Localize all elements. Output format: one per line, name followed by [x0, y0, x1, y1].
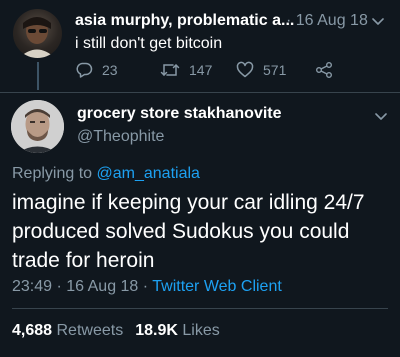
parent-display-name[interactable]: asia murphy, problematic a...: [75, 12, 294, 30]
parent-avatar[interactable]: [13, 9, 62, 58]
retweets-stat[interactable]: 4,688 Retweets: [12, 322, 123, 339]
likes-stat-count: 18.9K: [135, 322, 178, 339]
retweet-icon: [160, 64, 180, 76]
reply-icon: [76, 62, 93, 78]
like-button[interactable]: 571: [236, 60, 286, 80]
replying-to-link[interactable]: @am_anatiala: [97, 165, 200, 182]
share-button[interactable]: [315, 60, 333, 80]
main-handle[interactable]: @Theophite: [77, 128, 164, 146]
tweet-metadata: 23:49 · 16 Aug 18 · Twitter Web Client: [12, 278, 282, 296]
thread-line: [37, 62, 39, 90]
parent-date[interactable]: · 16 Aug 18: [286, 12, 368, 30]
heart-icon: [236, 61, 254, 78]
parent-tweet-text: i still don't get bitcoin: [75, 35, 223, 52]
parent-tweet[interactable]: asia murphy, problematic a... · 16 Aug 1…: [0, 0, 400, 92]
retweets-stat-count: 4,688: [12, 322, 53, 339]
main-display-name[interactable]: grocery store stakhanovite: [77, 105, 282, 123]
retweet-button[interactable]: 147: [160, 60, 212, 80]
tweet-timestamp[interactable]: 23:49 · 16 Aug 18 ·: [12, 278, 148, 295]
tweet-client-link[interactable]: Twitter Web Client: [152, 278, 282, 295]
likes-stat[interactable]: 18.9K Likes: [135, 322, 220, 339]
retweets-stat-label: Retweets: [56, 322, 124, 339]
retweet-count: 147: [189, 62, 213, 78]
parent-chevron-down-icon[interactable]: [370, 14, 386, 30]
like-count: 571: [263, 62, 287, 78]
tweet-divider: [0, 92, 400, 93]
tweet-stats: 4,688 Retweets 18.9K Likes: [12, 322, 220, 340]
main-tweet-text: imagine if keeping your car idling 24/7 …: [12, 191, 365, 272]
main-avatar-image: [11, 100, 64, 153]
main-avatar[interactable]: [11, 100, 64, 153]
stats-divider: [12, 308, 388, 309]
reply-count: 23: [102, 62, 118, 78]
replying-to-line: Replying to @am_anatiala: [12, 165, 200, 183]
likes-stat-label: Likes: [182, 322, 220, 339]
main-chevron-down-icon[interactable]: [373, 109, 389, 125]
share-icon: [316, 62, 332, 78]
replying-to-label: Replying to: [12, 165, 93, 182]
reply-button[interactable]: 23: [75, 60, 118, 80]
parent-avatar-image: [19, 17, 55, 58]
